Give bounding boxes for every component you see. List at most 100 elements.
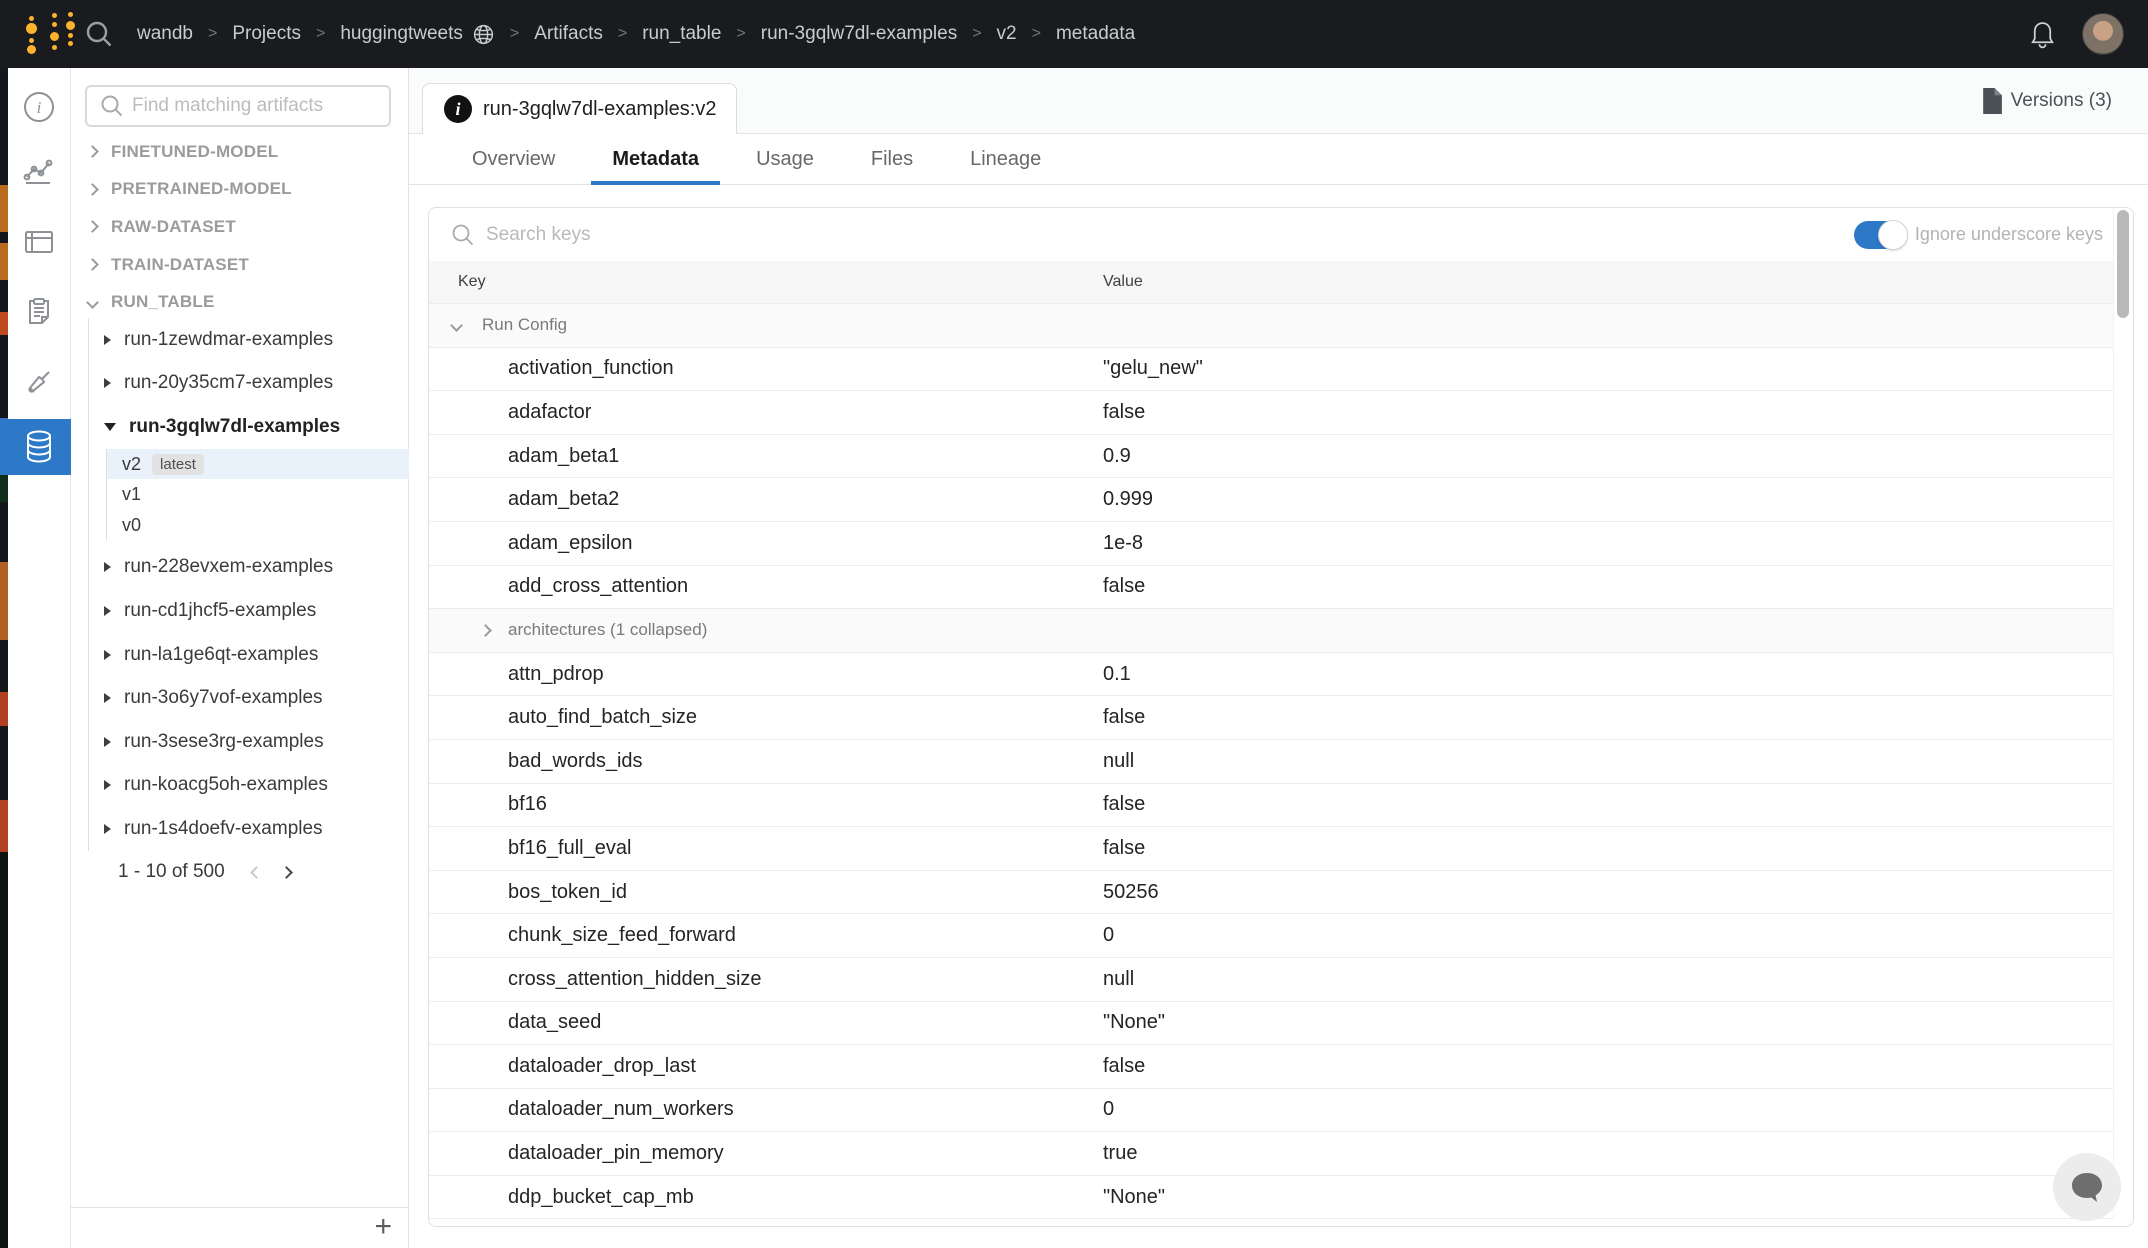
metadata-table: Run Configactivation_function"gelu_new"a… [429, 303, 2133, 1218]
breadcrumb-separator: > [1032, 25, 1041, 43]
artifact-tabs: Overview Metadata Usage Files Lineage [409, 134, 2148, 185]
breadcrumb-separator: > [208, 25, 217, 43]
metadata-row: adam_epsilon1e-8 [429, 521, 2133, 565]
metadata-row: bf16_full_evalfalse [429, 826, 2133, 870]
breadcrumb-item[interactable]: huggingtweets [340, 23, 495, 46]
metadata-row: auto_find_batch_sizefalse [429, 695, 2133, 739]
globe-icon [472, 23, 495, 46]
toggle-label: Ignore underscore keys [1915, 224, 2103, 245]
info-icon: i [444, 95, 472, 123]
artifact-tab[interactable]: i run-3gqlw7dl-examples:v2 [422, 83, 737, 134]
run-item[interactable]: run-228evxem-examples [71, 546, 409, 590]
breadcrumb-separator: > [316, 25, 325, 43]
breadcrumb: wandb > Projects > huggingtweets > Artifacts > r… [137, 0, 1135, 68]
metadata-row: attn_pdrop0.1 [429, 652, 2133, 696]
breadcrumb-item[interactable]: Artifacts [534, 23, 603, 45]
run-item[interactable]: run-cd1jhcf5-examples [71, 589, 409, 633]
rail-item-artifacts[interactable] [0, 419, 71, 475]
metadata-row: cross_attention_hidden_sizenull [429, 957, 2133, 1001]
metadata-row: bad_words_idsnull [429, 739, 2133, 783]
breadcrumb-item[interactable]: run-3gqlw7dl-examples [761, 23, 957, 45]
breadcrumb-separator: > [618, 25, 627, 43]
latest-badge: latest [152, 454, 204, 475]
category-train-dataset[interactable]: TRAIN-DATASET [71, 246, 409, 284]
metadata-row: data_seed"None" [429, 1001, 2133, 1045]
key-column-header: Key [429, 273, 486, 291]
rail-item-info[interactable]: i [0, 79, 71, 135]
artifact-header-strip: i run-3gqlw7dl-examples:v2 Versions (3) [409, 68, 2148, 134]
run-item[interactable]: run-1s4doefv-examples [71, 807, 409, 851]
rail-item-charts[interactable] [0, 144, 71, 200]
metadata-row: ddp_bucket_cap_mb"None" [429, 1175, 2133, 1219]
tab-files[interactable]: Files [850, 134, 934, 185]
tab-metadata[interactable]: Metadata [591, 134, 720, 185]
next-page-button[interactable] [282, 861, 291, 883]
tab-usage[interactable]: Usage [735, 134, 835, 185]
sidebar-search-input[interactable]: Find matching artifacts [85, 85, 391, 127]
breadcrumb-item[interactable]: Projects [232, 23, 301, 45]
metadata-row: dataloader_num_workers0 [429, 1088, 2133, 1132]
rail-item-sweeps[interactable] [0, 354, 71, 410]
metadata-row: dataloader_drop_lastfalse [429, 1044, 2133, 1088]
chat-bubble-button[interactable] [2053, 1153, 2121, 1221]
breadcrumb-item[interactable]: v2 [997, 23, 1017, 45]
category-finetuned-model[interactable]: FINETUNED-MODEL [71, 133, 409, 171]
screen-edge-strip [0, 68, 8, 1248]
wandb-logo[interactable] [25, 12, 80, 56]
metadata-row: adam_beta10.9 [429, 434, 2133, 478]
versions-button-label: Versions (3) [2011, 90, 2112, 112]
metadata-row: chunk_size_feed_forward0 [429, 913, 2133, 957]
metadata-row: dataloader_pin_memorytrue [429, 1131, 2133, 1175]
run-item[interactable]: run-3gqlw7dl-examples [71, 405, 409, 449]
metadata-row: adafactorfalse [429, 390, 2133, 434]
left-icon-rail: i [0, 68, 71, 1248]
prev-page-button[interactable] [252, 861, 261, 883]
table-scrollbar[interactable] [2113, 208, 2133, 1219]
bell-icon[interactable] [2026, 18, 2059, 51]
run-item[interactable]: run-20y35cm7-examples [71, 362, 409, 406]
table-header: Key Value [429, 261, 2133, 303]
ignore-underscore-toggle[interactable] [1854, 221, 1907, 249]
version-item-v1[interactable]: v1 [106, 479, 409, 510]
scrollbar-thumb[interactable] [2117, 210, 2129, 318]
breadcrumb-separator: > [972, 25, 981, 43]
rail-item-reports[interactable] [0, 284, 71, 340]
pagination-label: 1 - 10 of 500 [118, 861, 225, 883]
metadata-row: add_cross_attentionfalse [429, 565, 2133, 609]
versions-button[interactable]: Versions (3) [1981, 68, 2112, 134]
category-raw-dataset[interactable]: RAW-DATASET [71, 208, 409, 246]
run-item[interactable]: run-koacg5oh-examples [71, 764, 409, 808]
run-item[interactable]: run-3o6y7vof-examples [71, 676, 409, 720]
breadcrumb-separator: > [736, 25, 745, 43]
group-row[interactable]: Run Config [429, 303, 2133, 347]
search-keys-placeholder[interactable]: Search keys [486, 224, 591, 246]
rail-item-table[interactable] [0, 214, 71, 270]
group-row[interactable]: architectures (1 collapsed) [429, 608, 2133, 652]
artifacts-sidebar: Find matching artifacts FINETUNED-MODELP… [71, 68, 409, 1248]
metadata-panel: Search keys Ignore underscore keys Key V… [428, 207, 2134, 1227]
metadata-row: activation_function"gelu_new" [429, 347, 2133, 391]
breadcrumb-item[interactable]: metadata [1056, 23, 1135, 45]
breadcrumb-separator: > [510, 25, 519, 43]
version-item-v2[interactable]: v2latest [106, 449, 409, 480]
breadcrumb-item[interactable]: wandb [137, 23, 193, 45]
run-item[interactable]: run-3sese3rg-examples [71, 720, 409, 764]
tab-lineage[interactable]: Lineage [949, 134, 1062, 185]
sidebar-search-placeholder: Find matching artifacts [132, 95, 323, 117]
version-item-v0[interactable]: v0 [106, 510, 409, 541]
breadcrumb-item[interactable]: run_table [642, 23, 721, 45]
category-run_table[interactable]: RUN_TABLE [71, 283, 409, 321]
run-item[interactable]: run-la1ge6qt-examples [71, 633, 409, 677]
value-column-header: Value [1103, 273, 1143, 291]
run-item[interactable]: run-1zewdmar-examples [71, 318, 409, 362]
search-keys-row: Search keys Ignore underscore keys [429, 208, 2133, 261]
top-navbar: wandb > Projects > huggingtweets > Artifacts > r… [0, 0, 2148, 68]
avatar[interactable] [2082, 13, 2124, 55]
metadata-row: bf16false [429, 783, 2133, 827]
artifact-tab-label: run-3gqlw7dl-examples:v2 [483, 98, 716, 121]
metadata-row: bos_token_id50256 [429, 870, 2133, 914]
tab-overview[interactable]: Overview [451, 134, 576, 185]
nav-search-icon[interactable] [84, 19, 114, 49]
add-artifact-button[interactable]: + [374, 1211, 392, 1243]
category-pretrained-model[interactable]: PRETRAINED-MODEL [71, 171, 409, 209]
